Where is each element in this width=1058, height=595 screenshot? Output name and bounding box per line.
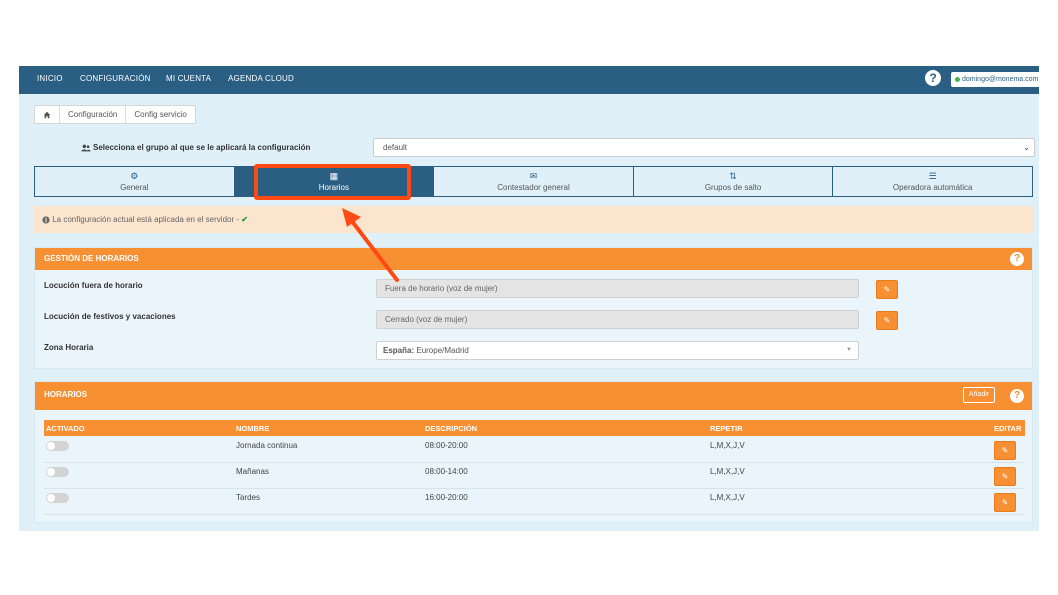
edit-row-button[interactable]: ✎: [994, 467, 1016, 486]
edit-fuera-horario-button[interactable]: ✎: [876, 280, 898, 299]
user-email: domingo@monema.com: [962, 76, 1039, 83]
col-activado: ACTIVADO: [46, 424, 85, 433]
nav-inicio[interactable]: INICIO: [37, 74, 63, 83]
panel-title: GESTIÓN DE HORARIOS: [44, 254, 139, 263]
edit-festivos-button[interactable]: ✎: [876, 311, 898, 330]
sort-icon: ⇅: [729, 171, 737, 181]
col-repetir: REPETIR: [710, 424, 743, 433]
horarios-header: HORARIOS Añadir ?: [35, 382, 1032, 410]
help-icon[interactable]: ?: [1010, 389, 1024, 403]
nav-agenda-cloud[interactable]: AGENDA CLOUD: [228, 74, 294, 83]
row-nombre: Jornada continua: [236, 441, 298, 450]
fuera-horario-label: Locución fuera de horario: [44, 281, 143, 290]
tab-general[interactable]: ⚙ General: [35, 167, 235, 196]
online-status-icon: [955, 76, 960, 82]
row-descripcion: 08:00-14:00: [425, 467, 468, 476]
zona-horaria-select[interactable]: España: Europe/Madrid ▼: [376, 341, 859, 360]
row-descripcion: 16:00-20:00: [425, 493, 468, 502]
nav-configuracion[interactable]: CONFIGURACIÓN: [80, 74, 151, 83]
horarios-table-header: ACTIVADO NOMBRE DESCRIPCIÓN REPETIR EDIT…: [44, 420, 1025, 436]
activado-toggle[interactable]: [46, 467, 69, 477]
table-row: Tardes 16:00-20:00 L,M,X,J,V ✎: [44, 489, 1025, 515]
add-horario-button[interactable]: Añadir: [963, 387, 995, 403]
tab-contestador-general[interactable]: ✉ Contestador general: [434, 167, 634, 196]
row-repetir: L,M,X,J,V: [710, 467, 745, 476]
tab-grupos-de-salto[interactable]: ⇅ Grupos de salto: [634, 167, 834, 196]
zona-horaria-label: Zona Horaria: [44, 343, 94, 352]
horarios-panel: HORARIOS Añadir ? ACTIVADO NOMBRE DESCRI…: [34, 381, 1033, 523]
config-tabs: ⚙ General ▦ Horarios ✉ Contestador gener…: [34, 166, 1033, 197]
home-icon: [43, 111, 51, 119]
gear-icon: ⚙: [130, 171, 139, 181]
help-icon[interactable]: ?: [925, 70, 941, 86]
top-navbar: INICIO CONFIGURACIÓN MI CUENTA AGENDA CL…: [19, 66, 1039, 94]
status-alert: La configuración actual está aplicada en…: [34, 206, 1033, 233]
row-repetir: L,M,X,J,V: [710, 493, 745, 502]
edit-icon: ✎: [883, 285, 891, 294]
envelope-icon: ✉: [529, 171, 538, 181]
nav-mi-cuenta[interactable]: MI CUENTA: [166, 74, 211, 83]
help-icon[interactable]: ?: [1010, 252, 1024, 266]
zona-country: España:: [383, 346, 415, 355]
panel-title: HORARIOS: [44, 390, 88, 399]
tab-operadora-automatica[interactable]: ☰ Operadora automática: [833, 167, 1032, 196]
gestion-horarios-header: GESTIÓN DE HORARIOS ?: [35, 248, 1032, 270]
fuera-horario-field: Fuera de horario (voz de mujer): [376, 279, 859, 298]
group-select-value: default: [383, 143, 408, 152]
row-nombre: Tardes: [236, 493, 261, 502]
festivos-field: Cerrado (voz de mujer): [376, 310, 859, 329]
edit-icon: ✎: [1001, 446, 1009, 455]
group-select[interactable]: default ⌄: [373, 138, 1035, 157]
row-nombre: Mañanas: [236, 467, 269, 476]
row-descripcion: 08:00-20:00: [425, 441, 468, 450]
edit-icon: ✎: [1001, 472, 1009, 481]
edit-icon: ✎: [883, 316, 891, 325]
alert-text: La configuración actual está aplicada en…: [52, 215, 240, 224]
table-row: Jornada continua 08:00-20:00 L,M,X,J,V ✎: [44, 437, 1025, 463]
activado-toggle[interactable]: [46, 493, 69, 503]
breadcrumb-config-servicio: Config servicio: [134, 110, 187, 119]
breadcrumb-configuracion[interactable]: Configuración: [60, 106, 127, 123]
edit-icon: ✎: [1001, 498, 1009, 507]
breadcrumb: Configuración Config servicio: [34, 105, 196, 124]
highlight-box: [254, 164, 411, 200]
gestion-horarios-panel: GESTIÓN DE HORARIOS ? Locución fuera de …: [34, 247, 1033, 369]
check-icon: ✔: [241, 215, 248, 224]
breadcrumb-home[interactable]: [35, 106, 60, 123]
users-icon: [81, 144, 91, 152]
activado-toggle[interactable]: [46, 441, 69, 451]
chevron-down-icon: ⌄: [1023, 143, 1030, 152]
table-row: Mañanas 08:00-14:00 L,M,X,J,V ✎: [44, 463, 1025, 489]
edit-row-button[interactable]: ✎: [994, 493, 1016, 512]
col-editar: EDITAR: [994, 424, 1022, 433]
user-menu[interactable]: domingo@monema.com: [951, 72, 1039, 87]
zona-value: Europe/Madrid: [416, 346, 469, 355]
app-window: INICIO CONFIGURACIÓN MI CUENTA AGENDA CL…: [19, 66, 1039, 531]
edit-row-button[interactable]: ✎: [994, 441, 1016, 460]
festivos-label: Locución de festivos y vacaciones: [44, 312, 176, 321]
group-select-label: Selecciona el grupo al que se le aplicar…: [81, 143, 310, 152]
list-icon: ☰: [928, 171, 937, 181]
caret-down-icon: ▼: [846, 347, 852, 353]
row-repetir: L,M,X,J,V: [710, 441, 745, 450]
col-nombre: NOMBRE: [236, 424, 270, 433]
info-icon: [42, 216, 50, 224]
col-descripcion: DESCRIPCIÓN: [425, 424, 478, 433]
